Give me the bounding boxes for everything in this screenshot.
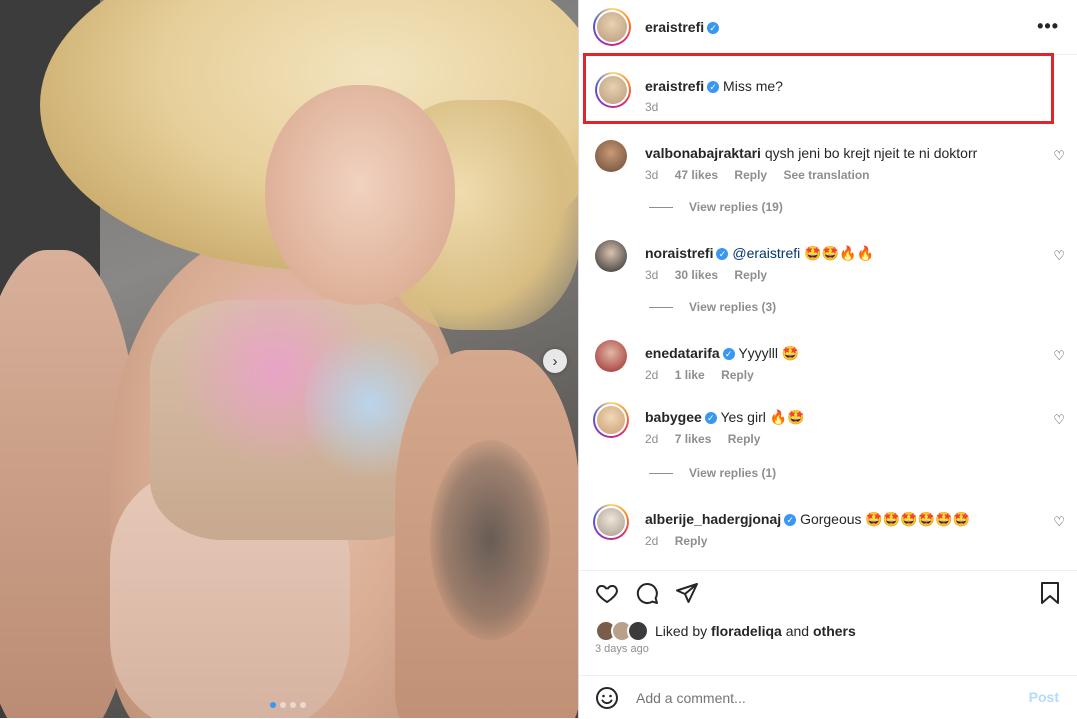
reply-button[interactable]: Reply xyxy=(675,534,708,548)
post-actions-bar xyxy=(579,570,1077,611)
comment-mention[interactable]: @eraistrefi xyxy=(732,245,800,261)
heart-icon[interactable]: ♡ xyxy=(1053,148,1065,164)
comment-likes[interactable]: 7 likes xyxy=(675,432,712,446)
comment-age: 2d xyxy=(645,368,659,382)
comment-text: Yes girl 🔥🤩 xyxy=(720,409,805,425)
reply-button[interactable]: Reply xyxy=(734,268,767,282)
comment-input[interactable] xyxy=(634,689,1018,707)
commenter-avatar[interactable] xyxy=(593,402,629,438)
bookmark-icon[interactable] xyxy=(1039,581,1061,608)
comment-age: 3d xyxy=(645,268,659,282)
comment-icon[interactable] xyxy=(635,581,659,608)
verified-badge-icon: ✓ xyxy=(704,412,717,425)
comment-username[interactable]: noraistrefi xyxy=(645,245,713,261)
photo-face xyxy=(265,85,455,305)
post-side-panel: eraistrefi ✓ ••• eraistrefi ✓ Miss me? 3d … xyxy=(578,0,1077,718)
carousel-dot xyxy=(270,702,276,708)
caption-avatar[interactable] xyxy=(595,72,631,108)
post-photo[interactable]: › xyxy=(0,0,578,718)
commenter-avatar[interactable] xyxy=(595,340,627,372)
reply-button[interactable]: Reply xyxy=(721,368,754,382)
smiley-icon[interactable] xyxy=(595,686,619,713)
caption-age: 3d xyxy=(645,100,659,114)
post-time-ago: 3 days ago xyxy=(595,643,649,655)
comment-age: 2d xyxy=(645,432,659,446)
carousel-dot xyxy=(290,702,296,708)
caption-text: Miss me? xyxy=(723,78,783,94)
comment-username[interactable]: valbonabajraktari xyxy=(645,145,761,161)
carousel-dot xyxy=(300,702,306,708)
heart-icon[interactable] xyxy=(595,581,619,608)
comment-likes[interactable]: 1 like xyxy=(675,368,705,382)
liked-by-user[interactable]: floradeliqa xyxy=(711,623,782,639)
verified-badge-icon: ✓ xyxy=(707,22,720,35)
photo-tattoo xyxy=(430,440,550,640)
see-translation-button[interactable]: See translation xyxy=(783,168,869,182)
post-comment-button[interactable]: Post xyxy=(1029,689,1059,705)
send-icon[interactable] xyxy=(675,581,699,608)
reply-button[interactable]: Reply xyxy=(728,432,761,446)
heart-icon[interactable]: ♡ xyxy=(1053,248,1065,264)
carousel-dots xyxy=(270,702,306,708)
comment-likes[interactable]: 47 likes xyxy=(675,168,718,182)
carousel-dot xyxy=(280,702,286,708)
view-replies-button[interactable]: View replies (1) xyxy=(649,466,776,480)
comment-text: qysh jeni bo krejt njeit te ni doktorr xyxy=(764,145,978,161)
comment-text: Yyyylll 🤩 xyxy=(738,345,800,361)
comment-username[interactable]: alberije_hadergjonaj xyxy=(645,511,781,527)
verified-badge-icon: ✓ xyxy=(722,348,735,361)
liked-by-others[interactable]: others xyxy=(813,623,856,639)
commenter-avatar[interactable] xyxy=(595,140,627,172)
comment-text: 🤩🤩🔥🔥 xyxy=(804,245,874,261)
verified-badge-icon: ✓ xyxy=(716,248,729,261)
comment-age: 2d xyxy=(645,534,659,548)
next-slide-button[interactable]: › xyxy=(543,349,567,373)
commenter-avatar[interactable] xyxy=(593,504,629,540)
view-replies-button[interactable]: View replies (3) xyxy=(649,300,776,314)
post-header: eraistrefi ✓ ••• xyxy=(579,0,1077,55)
author-avatar[interactable] xyxy=(593,8,631,46)
more-options-icon[interactable]: ••• xyxy=(1037,16,1059,37)
verified-badge-icon: ✓ xyxy=(707,81,720,94)
heart-icon[interactable]: ♡ xyxy=(1053,514,1065,530)
liked-by-row: Liked by floradeliqa and others xyxy=(595,620,856,642)
heart-icon[interactable]: ♡ xyxy=(1053,348,1065,364)
comment-text: Gorgeous 🤩🤩🤩🤩🤩🤩 xyxy=(800,511,971,527)
commenter-avatar[interactable] xyxy=(595,240,627,272)
comment-username[interactable]: babygee xyxy=(645,409,702,425)
chevron-right-icon: › xyxy=(552,352,558,370)
caption-username[interactable]: eraistrefi xyxy=(645,78,704,94)
comment-username[interactable]: enedatarifa xyxy=(645,345,720,361)
instagram-post-view: › eraistrefi ✓ ••• eraistrefi ✓ Miss me?… xyxy=(0,0,1077,718)
reply-button[interactable]: Reply xyxy=(734,168,767,182)
liked-by-and: and xyxy=(785,623,810,639)
author-username[interactable]: eraistrefi xyxy=(645,19,704,35)
comment-likes[interactable]: 30 likes xyxy=(675,268,718,282)
verified-badge-icon: ✓ xyxy=(784,514,797,527)
heart-icon[interactable]: ♡ xyxy=(1053,412,1065,428)
comment-age: 3d xyxy=(645,168,659,182)
view-replies-button[interactable]: View replies (19) xyxy=(649,200,783,214)
liked-by-prefix: Liked by xyxy=(655,623,708,639)
liker-avatar[interactable] xyxy=(627,620,649,642)
add-comment-bar: Post xyxy=(579,675,1077,719)
